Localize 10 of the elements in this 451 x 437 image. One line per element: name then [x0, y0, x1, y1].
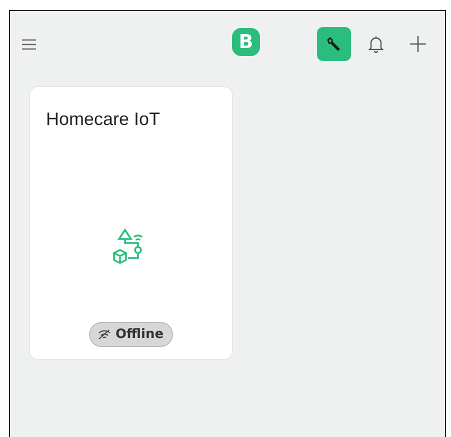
app-logo: B	[232, 28, 260, 56]
wrench-button[interactable]	[317, 27, 351, 61]
device-card[interactable]: Homecare IoT Offline	[30, 87, 232, 359]
no-wifi-icon	[98, 329, 112, 340]
add-icon	[409, 35, 427, 53]
status-badge: Offline	[89, 322, 173, 347]
device-name: Homecare IoT	[46, 109, 160, 130]
menu-button[interactable]	[22, 38, 36, 50]
notifications-icon	[368, 35, 384, 53]
menu-icon	[22, 38, 36, 50]
